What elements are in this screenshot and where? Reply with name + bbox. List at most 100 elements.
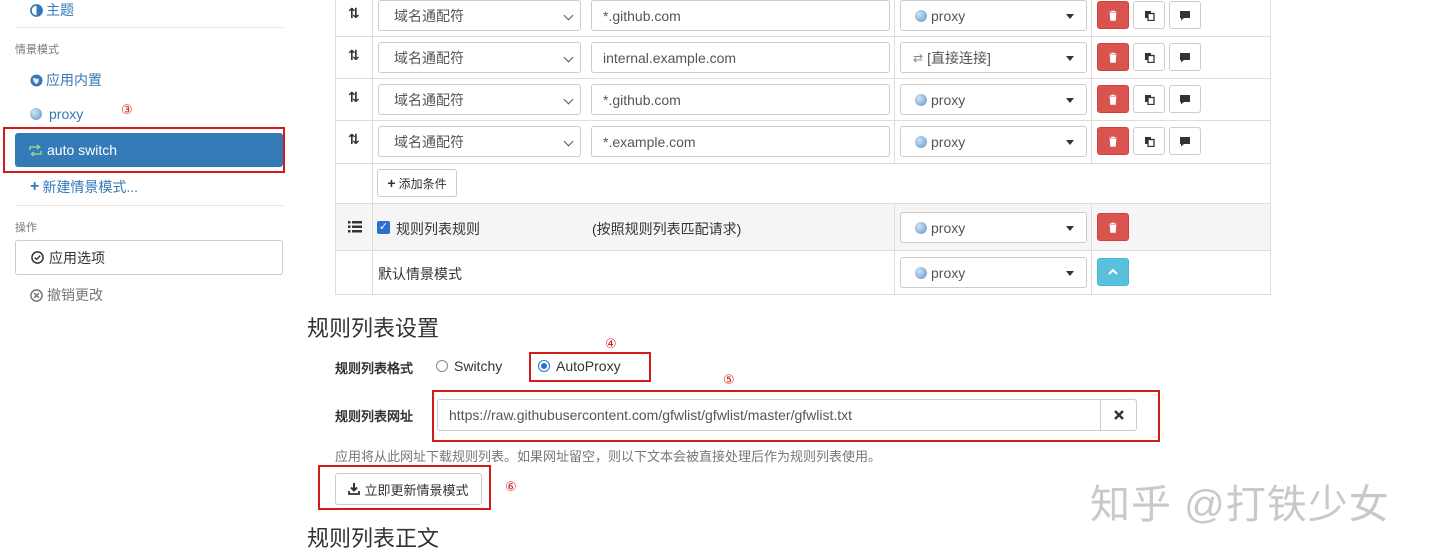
copy-icon [1144, 94, 1155, 105]
url-label: 规则列表网址 [335, 409, 414, 424]
profile-select[interactable]: proxy [900, 0, 1087, 31]
delete-button[interactable] [1097, 85, 1129, 113]
annotation-box [318, 465, 491, 510]
sidebar-item-builtin[interactable]: 应用内置 [30, 70, 102, 90]
default-profile-label: 默认情景模式 [378, 266, 462, 282]
sort-handle-icon[interactable]: ⇅ [348, 5, 360, 22]
condition-type-select[interactable]: 域名通配符 [378, 0, 581, 31]
comment-icon [1180, 136, 1190, 146]
sidebar-item-label: proxy [49, 106, 84, 122]
condition-pattern-input[interactable]: *.github.com [591, 0, 890, 31]
revert-changes-link[interactable]: 撤销更改 [30, 285, 103, 305]
trash-icon [1109, 10, 1117, 21]
delete-button[interactable] [1097, 213, 1129, 241]
rules-table: ⇅ 域名通配符 *.github.com proxy ⇅ 域名通配符 inter… [335, 0, 1271, 295]
annotation-marker: ⑥ [505, 479, 517, 494]
comment-icon [1180, 10, 1190, 20]
delete-button[interactable] [1097, 127, 1129, 155]
trash-icon [1109, 52, 1117, 63]
rule-list-settings-title: 规则列表设置 [307, 316, 440, 341]
plus-icon: + [387, 175, 396, 191]
format-radio-switchy[interactable]: Switchy [436, 358, 502, 374]
sidebar-item-label: 主题 [46, 2, 74, 18]
note-button[interactable] [1169, 127, 1201, 155]
profiles-heading: 情景模式 [15, 44, 59, 56]
rule-list-checkbox[interactable]: ✓ [377, 221, 390, 234]
default-profile-select[interactable]: proxy [900, 257, 1087, 288]
annotation-box [3, 127, 285, 173]
check-circle-icon [31, 251, 44, 264]
copy-icon [1144, 136, 1155, 147]
condition-type-select[interactable]: 域名通配符 [378, 126, 581, 157]
annotation-marker: ③ [121, 102, 133, 117]
condition-type-select[interactable]: 域名通配符 [378, 84, 581, 115]
table-row: ⇅ 域名通配符 *.github.com proxy [336, 79, 1270, 121]
note-button[interactable] [1169, 85, 1201, 113]
trash-icon [1109, 136, 1117, 147]
globe-icon [915, 266, 927, 279]
globe-icon [30, 73, 43, 87]
globe-icon [30, 108, 42, 120]
add-condition-row: + 添加条件 [336, 164, 1270, 204]
profile-select[interactable]: proxy [900, 84, 1087, 115]
clone-button[interactable] [1133, 43, 1165, 71]
copy-icon [1144, 52, 1155, 63]
url-help-text: 应用将从此网址下载规则列表。如果网址留空，则以下文本会被直接处理后作为规则列表使… [335, 449, 882, 464]
profile-select[interactable]: ⇄ [直接连接] [900, 42, 1087, 73]
sort-handle-icon[interactable]: ⇅ [348, 131, 360, 148]
format-label: 规则列表格式 [335, 361, 414, 376]
sidebar-item-label: 应用内置 [46, 72, 102, 88]
comment-icon [1180, 52, 1190, 62]
apply-options-button[interactable]: 应用选项 [15, 240, 283, 275]
divider [15, 205, 283, 206]
table-row: ⇅ 域名通配符 *.github.com proxy [336, 0, 1270, 37]
add-condition-button[interactable]: + 添加条件 [377, 169, 457, 197]
table-row: ⇅ 域名通配符 *.example.com proxy [336, 121, 1270, 164]
annotation-marker: ④ [605, 336, 617, 351]
rule-list-text-title: 规则列表正文 [307, 526, 440, 551]
condition-pattern-input[interactable]: *.github.com [591, 84, 890, 115]
plus-icon: + [30, 178, 40, 195]
annotation-marker: ⑤ [723, 372, 735, 387]
note-button[interactable] [1169, 43, 1201, 71]
globe-icon [915, 221, 927, 234]
sidebar-item-new-profile[interactable]: + 新建情景模式... [30, 177, 138, 197]
condition-type-select[interactable]: 域名通配符 [378, 42, 581, 73]
globe-icon [915, 9, 927, 22]
profile-select[interactable]: proxy [900, 212, 1087, 243]
rule-list-desc: (按照规则列表匹配请求) [592, 221, 742, 237]
close-circle-icon [30, 288, 43, 302]
chevron-up-icon [1108, 268, 1118, 275]
divider [15, 27, 283, 28]
clone-button[interactable] [1133, 127, 1165, 155]
contrast-icon [30, 3, 43, 17]
sidebar-item-theme[interactable]: 主题 [30, 0, 74, 20]
globe-icon [915, 135, 927, 148]
annotation-box [529, 352, 651, 382]
transfer-icon: ⇄ [913, 50, 924, 65]
sidebar-item-label: 新建情景模式... [42, 179, 139, 195]
watermark: 知乎 @打铁少女 [1090, 483, 1390, 527]
trash-icon [1109, 94, 1117, 105]
copy-icon [1144, 10, 1155, 21]
sort-handle-icon[interactable]: ⇅ [348, 47, 360, 64]
delete-button[interactable] [1097, 43, 1129, 71]
list-icon [348, 221, 362, 233]
sidebar-item-proxy[interactable]: proxy [30, 106, 83, 122]
collapse-button[interactable] [1097, 258, 1129, 286]
clone-button[interactable] [1133, 1, 1165, 29]
condition-pattern-input[interactable]: *.example.com [591, 126, 890, 157]
note-button[interactable] [1169, 1, 1201, 29]
clone-button[interactable] [1133, 85, 1165, 113]
rule-list-label: 规则列表规则 [396, 221, 480, 237]
comment-icon [1180, 94, 1190, 104]
trash-icon [1109, 222, 1117, 233]
default-profile-row: 默认情景模式 proxy [336, 251, 1270, 295]
table-row: ⇅ 域名通配符 internal.example.com ⇄ [直接连接] [336, 37, 1270, 79]
sort-handle-icon[interactable]: ⇅ [348, 89, 360, 106]
condition-pattern-input[interactable]: internal.example.com [591, 42, 890, 73]
delete-button[interactable] [1097, 1, 1129, 29]
annotation-box [432, 390, 1160, 442]
rule-list-row: ✓ 规则列表规则 (按照规则列表匹配请求) proxy [336, 204, 1270, 251]
profile-select[interactable]: proxy [900, 126, 1087, 157]
